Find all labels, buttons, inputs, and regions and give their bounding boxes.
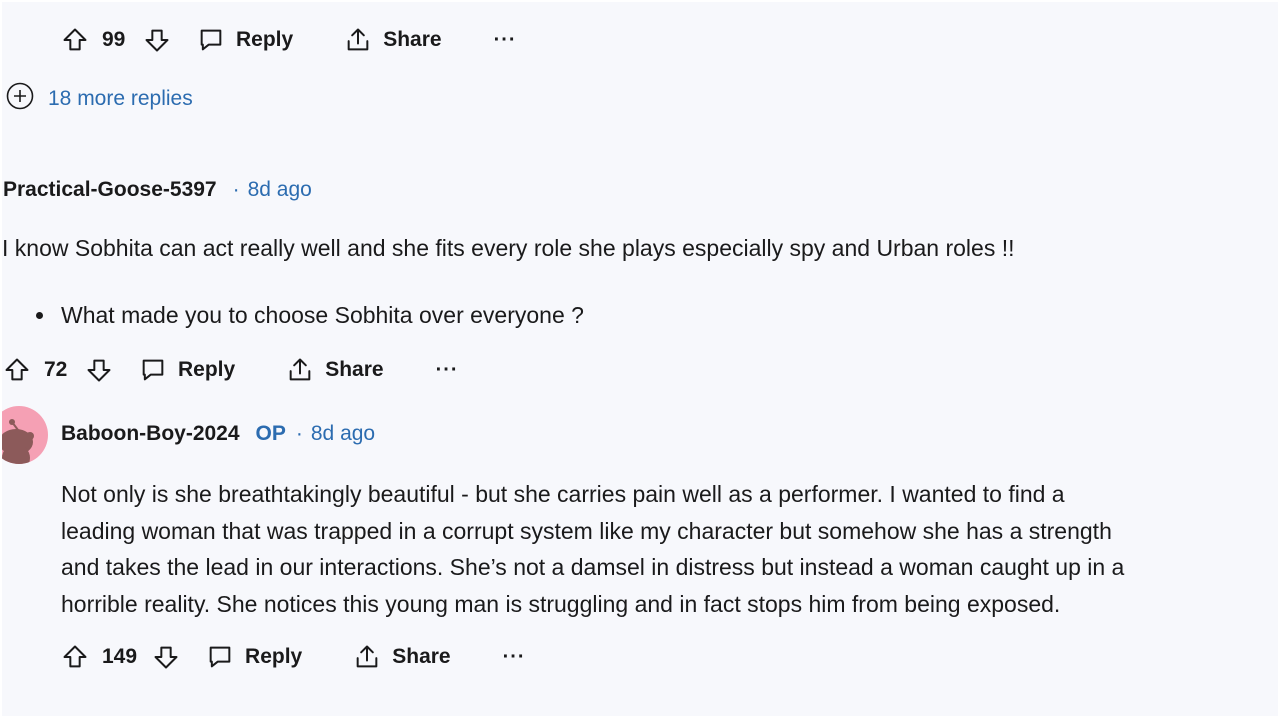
share-label: Share xyxy=(392,645,451,668)
more-icon[interactable]: ··· xyxy=(436,359,459,382)
downvote-icon[interactable] xyxy=(84,355,114,385)
share-icon xyxy=(285,355,315,385)
more-replies-button[interactable]: 18 more replies xyxy=(6,82,193,115)
comment-header: Practical-Goose-5397 · 8d ago xyxy=(3,178,312,202)
upvote-icon[interactable] xyxy=(60,25,90,55)
avatar[interactable] xyxy=(2,406,48,464)
upvote-icon[interactable] xyxy=(60,642,90,672)
comment-action-bar: 72 Reply Share ··· xyxy=(2,350,459,390)
more-icon[interactable]: ··· xyxy=(494,29,517,52)
comment-header: Baboon-Boy-2024 OP · 8d ago xyxy=(61,422,375,446)
more-replies-label: 18 more replies xyxy=(48,86,193,110)
meta-separator: · xyxy=(232,178,240,201)
comment-thread: 99 Reply Share ··· 18 more replies Pract… xyxy=(2,2,1278,716)
vote-score: 99 xyxy=(102,28,126,51)
reply-button[interactable]: Reply xyxy=(138,355,235,385)
upvote-icon[interactable] xyxy=(2,355,32,385)
reply-label: Reply xyxy=(245,645,303,668)
avatar-snoo-icon xyxy=(2,419,34,464)
comment-timestamp[interactable]: 8d ago xyxy=(248,178,312,202)
expand-icon xyxy=(6,82,34,115)
reply-button[interactable]: Reply xyxy=(196,25,293,55)
op-badge: OP xyxy=(255,422,286,445)
comment-body-line: Not only is she breathtakingly beautiful… xyxy=(61,481,1065,507)
bullet-dot xyxy=(36,311,43,319)
downvote-icon[interactable] xyxy=(151,642,181,672)
comment-action-bar: 99 Reply Share ··· xyxy=(60,20,517,60)
meta-separator: · xyxy=(295,422,303,445)
reply-icon xyxy=(205,642,235,672)
comment-timestamp[interactable]: 8d ago xyxy=(311,422,375,446)
share-button[interactable]: Share xyxy=(343,25,442,55)
reply-icon xyxy=(196,25,226,55)
reply-label: Reply xyxy=(236,28,294,51)
comment-body-line: leading woman that was trapped in a corr… xyxy=(61,517,1112,544)
share-icon xyxy=(343,25,373,55)
reply-label: Reply xyxy=(178,358,236,381)
reply-button[interactable]: Reply xyxy=(205,642,302,672)
comment-action-bar: 149 Reply Share ··· xyxy=(60,637,526,677)
downvote-icon[interactable] xyxy=(142,25,172,55)
share-button[interactable]: Share xyxy=(285,355,384,385)
share-button[interactable]: Share xyxy=(352,642,451,672)
share-label: Share xyxy=(383,28,442,51)
comment-body-line: horrible reality. She notices this young… xyxy=(61,590,1061,617)
share-label: Share xyxy=(325,358,384,381)
comment-author[interactable]: Baboon-Boy-2024 xyxy=(61,422,240,446)
vote-score: 149 xyxy=(102,645,138,668)
comment-author[interactable]: Practical-Goose-5397 xyxy=(3,178,217,202)
more-icon[interactable]: ··· xyxy=(503,646,526,669)
comment-bullet-list: What made you to choose Sobhita over eve… xyxy=(36,297,584,334)
vote-score: 72 xyxy=(44,358,68,381)
reply-icon xyxy=(138,355,168,385)
share-icon xyxy=(352,642,382,672)
comment-body: Not only is she breathtakingly beautiful… xyxy=(61,476,1124,622)
bullet-item: What made you to choose Sobhita over eve… xyxy=(61,302,584,328)
comment-body-line: and takes the lead in our interactions. … xyxy=(61,554,1125,580)
comment-body: I know Sobhita can act really well and s… xyxy=(2,235,1015,261)
